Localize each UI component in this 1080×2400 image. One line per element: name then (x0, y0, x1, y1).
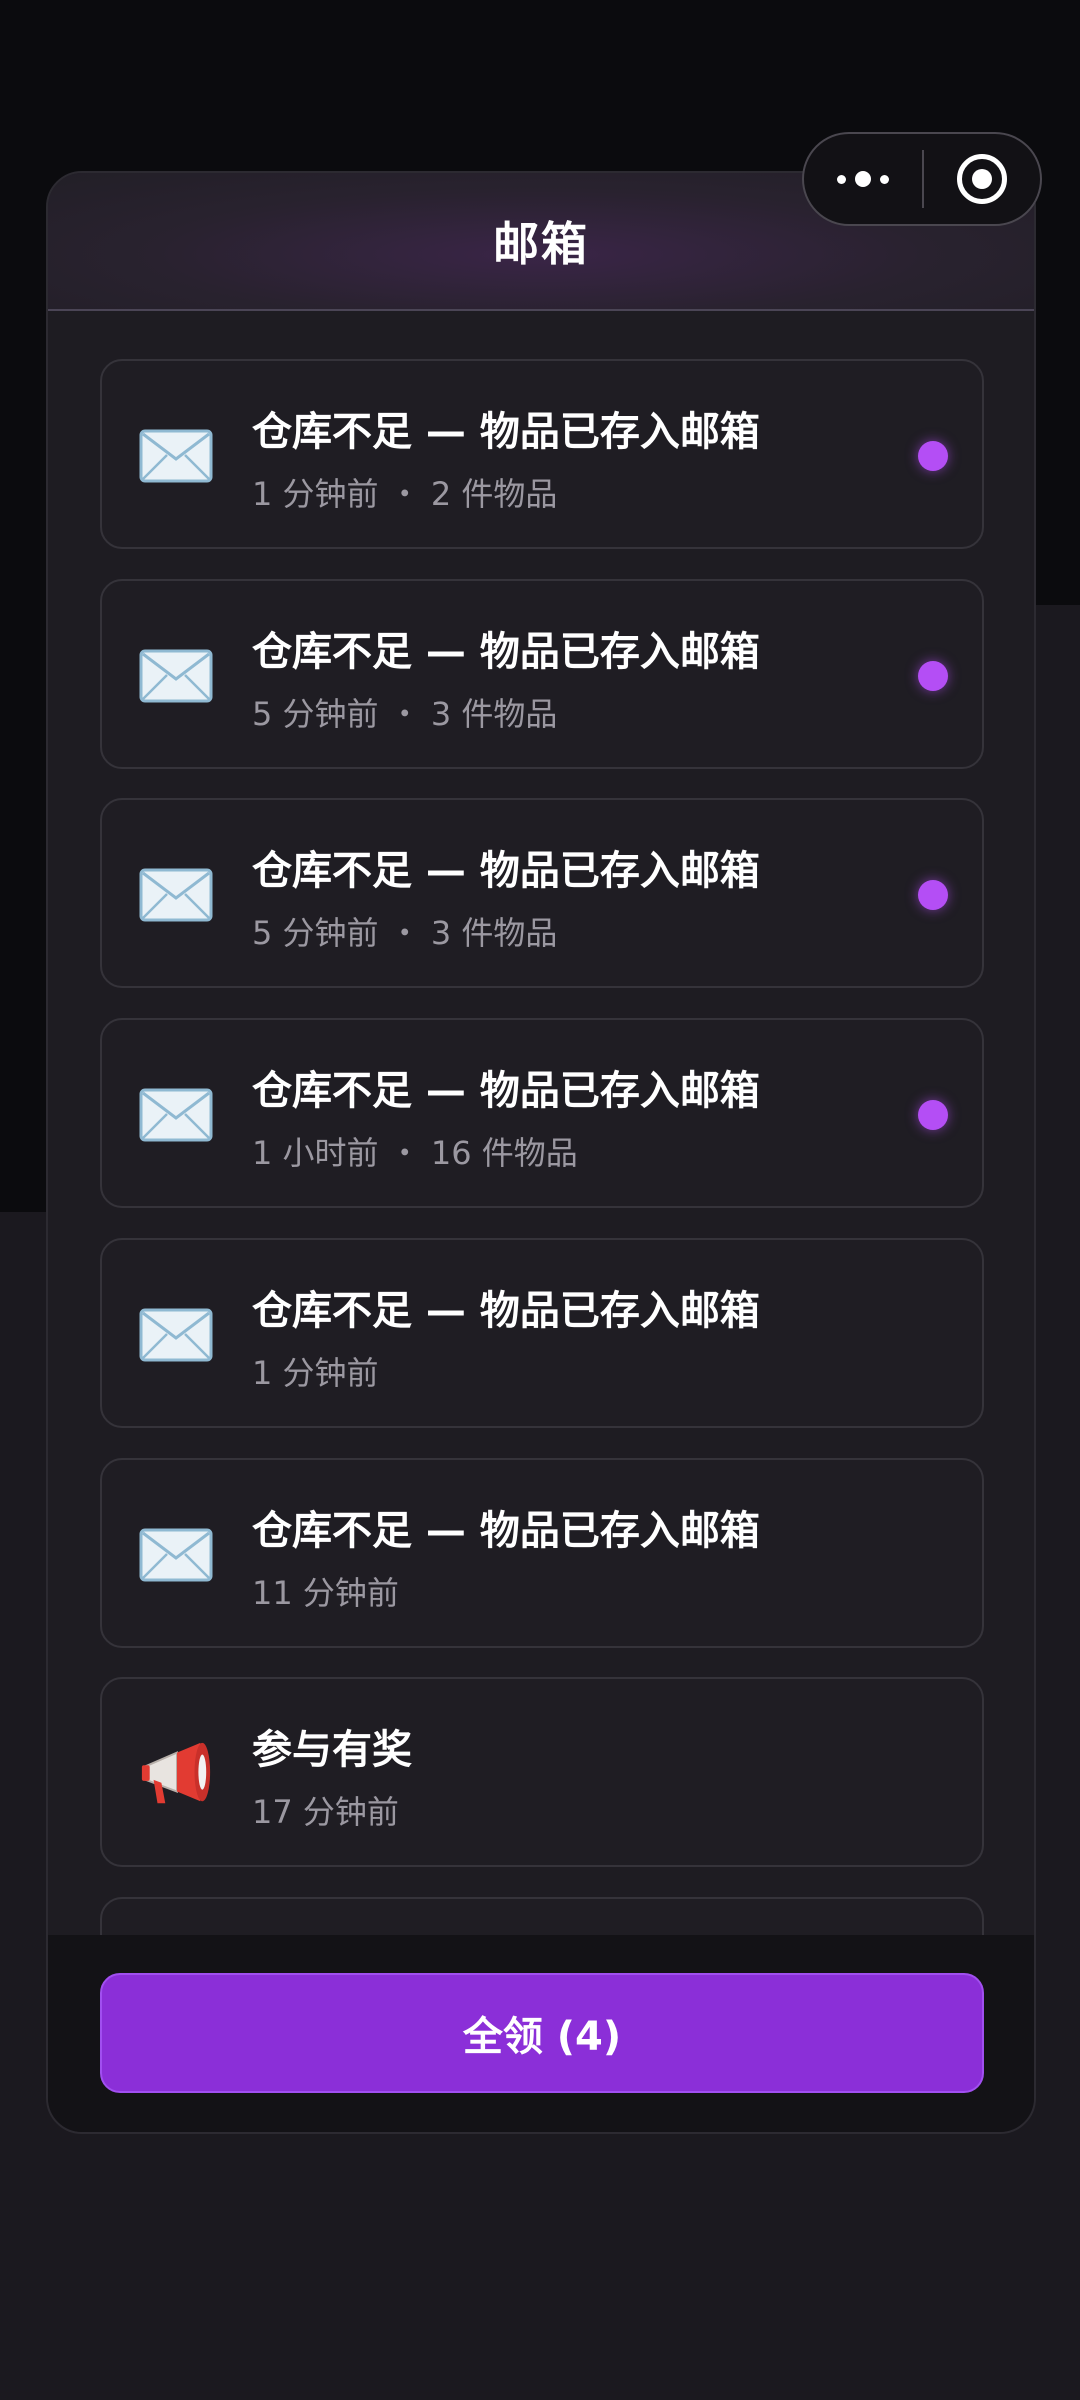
envelope-icon (138, 1510, 214, 1600)
envelope-icon (138, 631, 214, 721)
unread-indicator (918, 880, 948, 910)
more-dots-icon (880, 174, 889, 184)
mail-title: 仓库不足 — 物品已存入邮箱 (252, 1068, 760, 1114)
megaphone-icon (138, 1729, 214, 1819)
mail-item[interactable]: 仓库不足 — 物品已存入邮箱 5 分钟前 ・ 3 件物品 (100, 579, 984, 769)
mail-item[interactable]: 仓库不足 — 物品已存入邮箱 1 分钟前 (100, 1238, 984, 1428)
mail-meta: 11 分钟前 (252, 1574, 399, 1612)
unread-indicator (918, 441, 948, 471)
mail-meta: 1 分钟前 (252, 1354, 379, 1392)
mail-title: 仓库不足 — 物品已存入邮箱 (252, 629, 760, 675)
mail-meta: 17 分钟前 (252, 1793, 399, 1831)
mail-title: 仓库不足 — 物品已存入邮箱 (252, 1508, 760, 1554)
miniprogram-capsule (802, 132, 1042, 226)
envelope-icon (138, 850, 214, 940)
mail-item[interactable]: 仓库不足 — 物品已存入邮箱 11 分钟前 (100, 1458, 984, 1648)
more-dots-icon (855, 171, 871, 187)
claim-all-button[interactable]: 全领 (4) (100, 1973, 984, 2093)
unread-indicator (918, 1100, 948, 1130)
mail-item[interactable]: 仓库不足 — 物品已存入邮箱 5 分钟前 ・ 3 件物品 (100, 798, 984, 988)
mail-meta: 1 分钟前 ・ 2 件物品 (252, 475, 558, 513)
envelope-icon (138, 1070, 214, 1160)
close-miniprogram-button[interactable] (924, 134, 1040, 224)
mail-meta: 5 分钟前 ・ 3 件物品 (252, 695, 558, 733)
unread-indicator (918, 661, 948, 691)
mail-item[interactable]: 仓库不足 — 物品已存入邮箱 1 小时前 ・ 16 件物品 (100, 1018, 984, 1208)
mailbox-panel: 邮箱 仓库不足 — 物品已存入邮箱 1 分钟前 ・ 2 件物品 仓库不足 — 物… (46, 171, 1036, 2134)
mail-title: 参与有奖 (252, 1727, 412, 1773)
more-menu-button[interactable] (804, 134, 922, 224)
mail-title: 仓库不足 — 物品已存入邮箱 (252, 1288, 760, 1334)
mail-item[interactable]: 仓库不足 — 物品已存入邮箱 1 分钟前 ・ 2 件物品 (100, 359, 984, 549)
mail-title: 仓库不足 — 物品已存入邮箱 (252, 848, 760, 894)
backdrop (0, 605, 46, 1212)
footer-bar: 全领 (4) (48, 1935, 1034, 2132)
mail-title: 仓库不足 — 物品已存入邮箱 (252, 409, 760, 455)
target-circle-icon (957, 154, 1007, 204)
envelope-icon (138, 411, 214, 501)
more-dots-icon (837, 174, 846, 184)
mail-meta: 5 分钟前 ・ 3 件物品 (252, 914, 558, 952)
page-title: 邮箱 (493, 217, 589, 271)
mail-item[interactable]: 参与有奖 17 分钟前 (100, 1677, 984, 1867)
mail-meta: 1 小时前 ・ 16 件物品 (252, 1134, 578, 1172)
envelope-icon (138, 1290, 214, 1380)
